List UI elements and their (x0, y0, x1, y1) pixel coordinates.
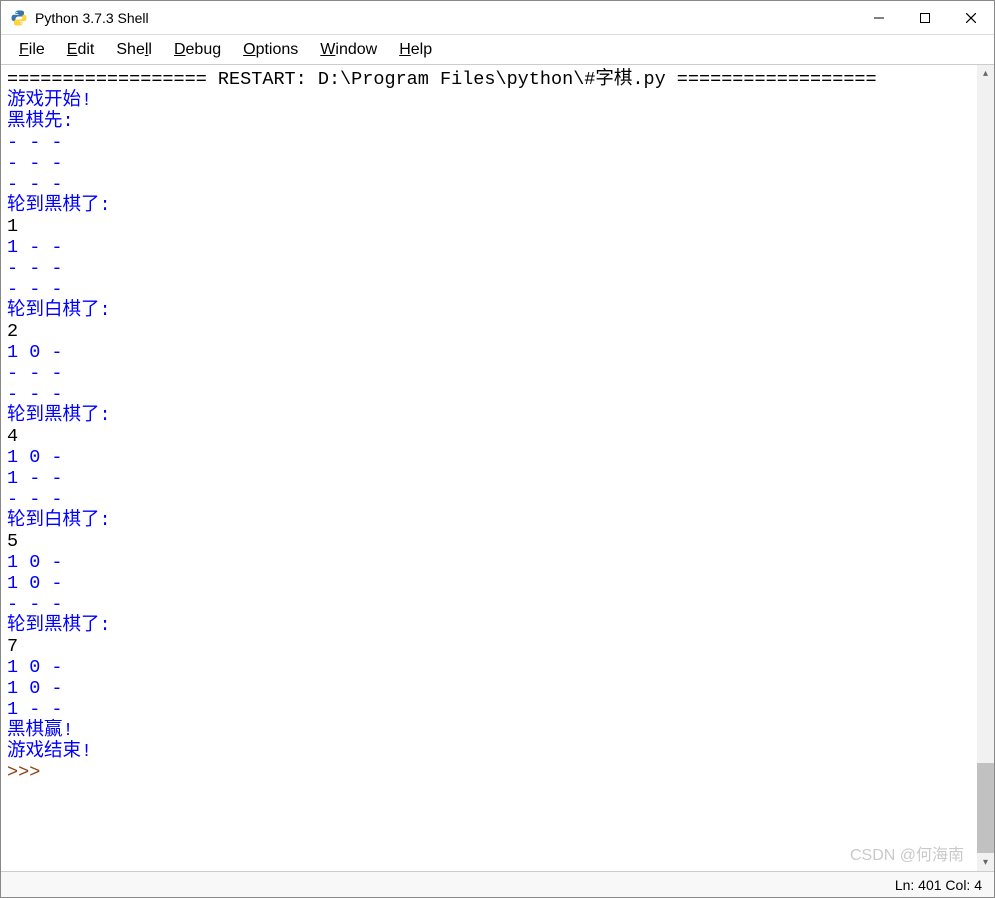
menu-help[interactable]: Help (389, 37, 442, 63)
output-line: - - - (7, 279, 988, 300)
scroll-up-icon[interactable]: ▴ (977, 65, 994, 82)
vertical-scrollbar[interactable]: ▴ ▾ (977, 65, 994, 871)
menu-file[interactable]: File (9, 37, 55, 63)
output-line: 游戏结束! (7, 741, 988, 762)
output-line: 1 - - (7, 699, 988, 720)
output-line: - - - (7, 384, 988, 405)
output-line: 1 0 - (7, 678, 988, 699)
menu-debug[interactable]: Debug (164, 37, 231, 63)
output-line: 1 0 - (7, 447, 988, 468)
output-line: 7 (7, 636, 988, 657)
output-line: >>> (7, 762, 988, 783)
title-bar: Python 3.7.3 Shell (1, 1, 994, 35)
output-line: - - - (7, 258, 988, 279)
menu-help-rest: elp (411, 41, 432, 58)
menu-file-rest: ile (29, 41, 45, 58)
output-line: 1 (7, 216, 988, 237)
output-line: 轮到白棋了: (7, 510, 988, 531)
output-line: 轮到白棋了: (7, 300, 988, 321)
output-line: 轮到黑棋了: (7, 195, 988, 216)
menu-options[interactable]: Options (233, 37, 308, 63)
title-bar-left: Python 3.7.3 Shell (1, 10, 856, 26)
menu-edit-rest: dit (77, 41, 94, 58)
output-line: 黑棋先: (7, 111, 988, 132)
output-line: 1 0 - (7, 573, 988, 594)
output-line: 1 0 - (7, 552, 988, 573)
maximize-button[interactable] (902, 1, 948, 35)
scroll-thumb[interactable] (977, 763, 994, 853)
output-line: 4 (7, 426, 988, 447)
output-line: - - - (7, 363, 988, 384)
cursor-position: Ln: 401 Col: 4 (895, 877, 982, 893)
menu-debug-rest: ebug (186, 41, 222, 58)
minimize-button[interactable] (856, 1, 902, 35)
status-bar: Ln: 401 Col: 4 (1, 871, 994, 897)
output-line: 1 - - (7, 237, 988, 258)
content-wrap: ================== RESTART: D:\Program F… (1, 65, 994, 871)
output-line: 1 0 - (7, 657, 988, 678)
menu-shell[interactable]: Shell (106, 37, 162, 63)
output-line: - - - (7, 132, 988, 153)
python-icon (11, 10, 27, 26)
window-controls (856, 1, 994, 35)
menu-edit[interactable]: Edit (57, 37, 105, 63)
menu-bar: File Edit Shell Debug Options Window Hel… (1, 35, 994, 65)
output-line: - - - (7, 153, 988, 174)
output-line: - - - (7, 174, 988, 195)
output-line: - - - (7, 594, 988, 615)
output-line: 1 - - (7, 468, 988, 489)
output-line: 5 (7, 531, 988, 552)
output-line: 轮到黑棋了: (7, 405, 988, 426)
close-button[interactable] (948, 1, 994, 35)
output-line: 黑棋赢! (7, 720, 988, 741)
scroll-down-icon[interactable]: ▾ (977, 854, 994, 871)
output-line: - - - (7, 489, 988, 510)
output-line: 2 (7, 321, 988, 342)
menu-window-rest: indow (335, 41, 377, 58)
output-line: 轮到黑棋了: (7, 615, 988, 636)
menu-options-rest: ptions (256, 41, 299, 58)
output-line: 1 0 - (7, 342, 988, 363)
window-title: Python 3.7.3 Shell (35, 10, 149, 26)
shell-output[interactable]: ================== RESTART: D:\Program F… (1, 65, 994, 871)
output-line: 游戏开始! (7, 90, 988, 111)
menu-window[interactable]: Window (310, 37, 387, 63)
output-line: ================== RESTART: D:\Program F… (7, 69, 988, 90)
menu-shell-rest: l (148, 41, 152, 58)
